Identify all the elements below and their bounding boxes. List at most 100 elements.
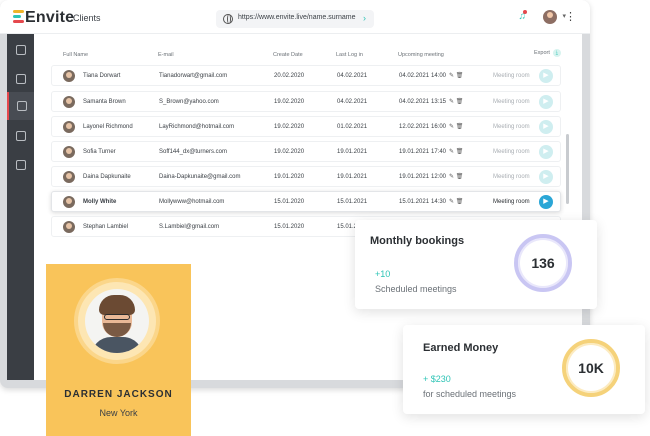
row-actions: ✎ 🗑 bbox=[449, 98, 463, 105]
cell-create-date: 15.01.2020 bbox=[274, 224, 305, 230]
meeting-room-link[interactable]: Meeting room bbox=[493, 174, 530, 180]
users-icon bbox=[16, 101, 27, 111]
contact-icon bbox=[15, 131, 26, 141]
cell-email: Tianadorwart@gmail.com bbox=[159, 73, 228, 79]
user-avatar[interactable] bbox=[543, 10, 557, 24]
page-title: Clients bbox=[73, 13, 101, 23]
sidebar-item-dashboard[interactable] bbox=[7, 36, 34, 64]
cell-meeting-time: 14:00 bbox=[431, 73, 447, 79]
logo-icon bbox=[13, 10, 24, 23]
sidebar-item-contacts[interactable] bbox=[7, 122, 34, 150]
avatar bbox=[63, 96, 75, 108]
cell-last-login: 19.01.2021 bbox=[337, 149, 368, 155]
bookings-value-circle: 136 bbox=[514, 234, 572, 292]
cell-email: Mollywww@hotmail.com bbox=[159, 199, 225, 205]
cell-meeting-date: 12.02.2021 bbox=[399, 124, 430, 130]
video-icon[interactable]: ▶ bbox=[539, 120, 553, 134]
trash-icon[interactable]: 🗑 bbox=[454, 174, 464, 180]
money-delta: + $230 bbox=[423, 374, 451, 384]
menu-dots-icon[interactable]: ⋮ bbox=[565, 10, 576, 23]
chevron-right-icon[interactable]: › bbox=[363, 13, 366, 23]
cell-meeting-time: 17:40 bbox=[431, 149, 447, 155]
meeting-room-link[interactable]: Meeting room bbox=[493, 199, 530, 205]
bookings-delta: +10 bbox=[375, 269, 391, 279]
profile-photo-ring bbox=[74, 278, 160, 364]
cell-create-date: 20.02.2020 bbox=[274, 73, 305, 79]
trash-icon[interactable]: 🗑 bbox=[454, 99, 464, 105]
video-icon[interactable]: ▶ bbox=[539, 95, 553, 109]
avatar bbox=[63, 121, 75, 133]
url-text: https://www.envite.live/name.surname bbox=[238, 14, 356, 21]
cell-email: S_Brown@yahoo.com bbox=[159, 99, 219, 105]
globe-icon bbox=[223, 14, 233, 24]
profile-name: DARREN JACKSON bbox=[64, 389, 173, 400]
dashboard-icon bbox=[15, 45, 26, 55]
cell-full-name: Tiana Dorwart bbox=[83, 73, 121, 79]
avatar bbox=[63, 171, 75, 183]
table-row[interactable]: Tiana Dorwart Tianadorwart@gmail.com 20.02… bbox=[51, 65, 561, 86]
video-icon[interactable]: ▶ bbox=[539, 145, 553, 159]
table-row[interactable]: Molly White Mollywww@hotmail.com 15.01.202… bbox=[51, 191, 561, 212]
cell-full-name: Daina Dapkunaite bbox=[83, 174, 131, 180]
header-last-login[interactable]: Last Log in bbox=[336, 52, 363, 58]
row-actions: ✎ 🗑 bbox=[449, 148, 463, 155]
export-icon: ⤓ bbox=[552, 49, 561, 57]
cell-email: LayRichmond@hotmail.com bbox=[159, 124, 235, 130]
notification-dot bbox=[523, 10, 527, 14]
earned-money-card: Earned Money + $230 for scheduled meetin… bbox=[403, 325, 645, 414]
table-row[interactable]: Daina Dapkunaite Daina-Dapkunaite@gmail.c… bbox=[51, 166, 561, 187]
sidebar-item-clients[interactable] bbox=[7, 92, 34, 120]
header-full-name[interactable]: Full Name bbox=[63, 52, 88, 58]
profile-card: DARREN JACKSON New York bbox=[46, 264, 191, 436]
cell-create-date: 19.01.2020 bbox=[274, 174, 305, 180]
logo[interactable]: Envite bbox=[13, 9, 74, 27]
sidebar-item-monitor[interactable] bbox=[7, 65, 34, 93]
titlebar: Envite Clients https://www.envite.live/n… bbox=[0, 0, 590, 34]
cell-full-name: Sofia Turner bbox=[83, 149, 116, 155]
scrollbar[interactable] bbox=[566, 134, 569, 204]
sidebar-item-billing[interactable] bbox=[7, 151, 34, 179]
meeting-room-link[interactable]: Meeting room bbox=[493, 99, 530, 105]
row-actions: ✎ 🗑 bbox=[449, 123, 463, 130]
cell-meeting-time: 13:15 bbox=[431, 99, 447, 105]
cell-meeting-date: 04.02.2021 bbox=[399, 99, 430, 105]
logo-text: Envite bbox=[25, 9, 75, 26]
video-icon[interactable]: ▶ bbox=[539, 170, 553, 184]
monthly-bookings-card: Monthly bookings +10 Scheduled meetings … bbox=[355, 220, 597, 309]
trash-icon[interactable]: 🗑 bbox=[454, 199, 464, 205]
cell-full-name: Layonel Richmond bbox=[83, 124, 133, 130]
cell-meeting-time: 16:00 bbox=[431, 124, 447, 130]
bookings-subtitle: Scheduled meetings bbox=[375, 284, 457, 294]
trash-icon[interactable]: 🗑 bbox=[454, 73, 464, 79]
money-title: Earned Money bbox=[423, 342, 499, 354]
video-icon[interactable]: ▶ bbox=[539, 195, 553, 209]
profile-city: New York bbox=[99, 408, 138, 418]
sidebar bbox=[7, 34, 34, 380]
header-email[interactable]: E-mail bbox=[158, 52, 174, 58]
money-subtitle: for scheduled meetings bbox=[423, 389, 517, 399]
url-bar[interactable]: https://www.envite.live/name.surname › bbox=[216, 10, 374, 28]
table-row[interactable]: Samanta Brown S_Brown@yahoo.com 19.02.2020… bbox=[51, 91, 561, 112]
cell-last-login: 19.01.2021 bbox=[337, 174, 368, 180]
cell-meeting-date: 19.01.2021 bbox=[399, 149, 430, 155]
monitor-icon bbox=[15, 74, 26, 84]
row-actions: ✎ 🗑 bbox=[449, 173, 463, 180]
row-actions: ✎ 🗑 bbox=[449, 198, 463, 205]
header-upcoming-meeting[interactable]: Upcoming meeting bbox=[398, 52, 444, 58]
export-button[interactable]: Export ⤓ bbox=[534, 49, 561, 57]
table-row[interactable]: Layonel Richmond LayRichmond@hotmail.com 1… bbox=[51, 116, 561, 137]
cell-meeting-date: 19.01.2021 bbox=[399, 174, 430, 180]
cell-email: Daina-Dapkunaite@gmail.com bbox=[159, 174, 241, 180]
avatar bbox=[63, 196, 75, 208]
video-icon[interactable]: ▶ bbox=[539, 69, 553, 83]
meeting-room-link[interactable]: Meeting room bbox=[493, 149, 530, 155]
trash-icon[interactable]: 🗑 bbox=[454, 149, 464, 155]
meeting-room-link[interactable]: Meeting room bbox=[493, 73, 530, 79]
cell-create-date: 15.01.2020 bbox=[274, 199, 305, 205]
table-row[interactable]: Sofia Turner Soff144_dx@turners.com 19.02.… bbox=[51, 141, 561, 162]
row-actions: ✎ 🗑 bbox=[449, 72, 463, 79]
header-create-date[interactable]: Create Date bbox=[273, 52, 303, 58]
cell-meeting-time: 12:00 bbox=[431, 174, 447, 180]
meeting-room-link[interactable]: Meeting room bbox=[493, 124, 530, 130]
trash-icon[interactable]: 🗑 bbox=[454, 124, 464, 130]
